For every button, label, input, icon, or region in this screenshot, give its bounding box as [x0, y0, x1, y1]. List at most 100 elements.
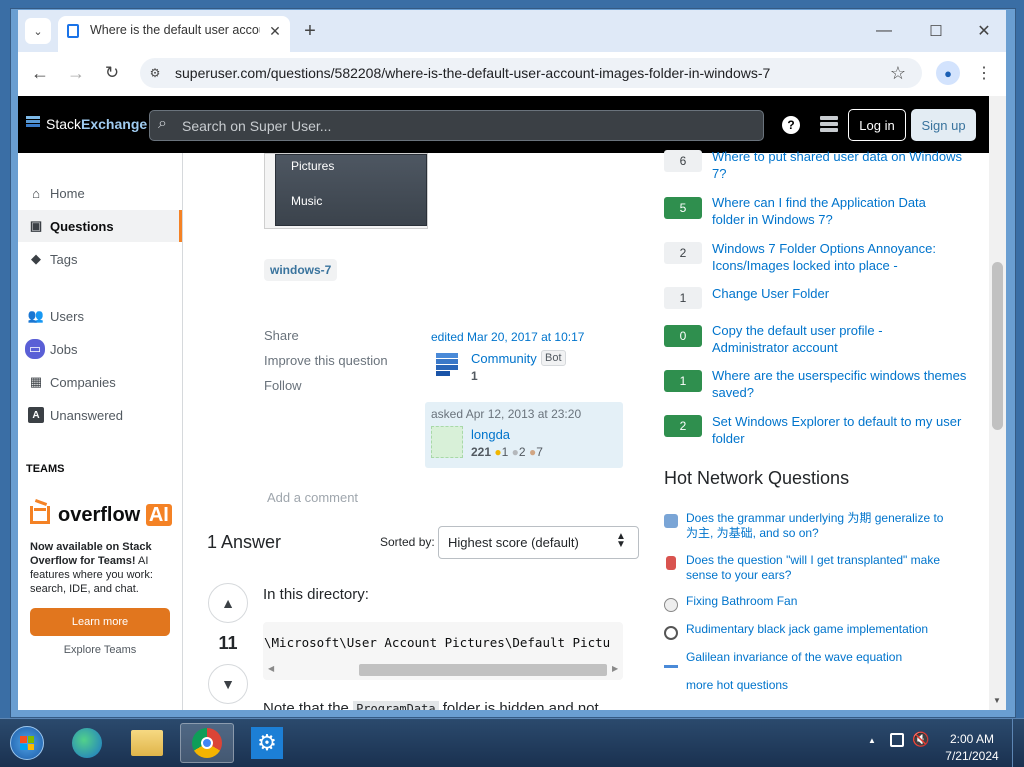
settings-gear-icon: ⚙ [251, 727, 283, 759]
hot-question-link[interactable]: Does the question "will I get transplant… [686, 553, 940, 583]
share-link[interactable]: Share [264, 328, 299, 343]
sidebar-item-home[interactable]: ⌂ Home [18, 177, 182, 209]
page-scrollbar-thumb[interactable] [992, 262, 1003, 430]
logo-text-a: Stack [46, 116, 82, 132]
hot-question-link[interactable]: Rudimentary black jack game implementati… [686, 622, 928, 637]
related-question-link[interactable]: Copy the default user profile - Administr… [712, 322, 883, 356]
hot-question-link[interactable]: Galilean invariance of the wave equation [686, 650, 902, 665]
english-se-icon [666, 556, 676, 570]
forward-icon[interactable]: → [64, 62, 88, 84]
tag-windows-7[interactable]: windows-7 [264, 259, 338, 281]
learn-more-button[interactable]: Learn more [30, 608, 170, 636]
minimize-icon[interactable]: — [870, 20, 898, 42]
sidebar-item-questions[interactable]: ▣ Questions [18, 210, 182, 242]
asker-name[interactable]: longda [471, 427, 510, 442]
related-votes: 2 [664, 415, 702, 437]
new-tab-icon[interactable]: + [298, 20, 322, 42]
hot-question-link[interactable]: Fixing Bathroom Fan [686, 594, 797, 609]
hot-question-link[interactable]: Does the grammar underlying 为期 generaliz… [686, 511, 943, 541]
edited-timestamp[interactable]: edited Mar 20, 2017 at 10:17 [431, 330, 584, 344]
code-scrollbar-thumb[interactable] [359, 664, 607, 676]
show-desktop-button[interactable] [1012, 719, 1024, 767]
related-title-line: Windows 7 Folder Options Annoyance: [712, 241, 937, 256]
briefcase-icon: ▭ [25, 339, 45, 359]
volume-muted-icon[interactable]: 🔇 [912, 731, 929, 748]
sort-value: Highest score (default) [448, 535, 579, 550]
add-comment-link[interactable]: Add a comment [267, 490, 358, 505]
taskbar-settings[interactable]: ⚙ [240, 723, 294, 763]
login-button[interactable]: Log in [848, 109, 906, 141]
back-icon[interactable]: ← [28, 62, 52, 84]
question-image: Pictures Music [264, 153, 428, 229]
related-question-link[interactable]: Where can I find the Application Data fol… [712, 194, 926, 228]
more-hot-questions-link[interactable]: more hot questions [686, 678, 788, 693]
editor-name[interactable]: Community [471, 351, 537, 366]
related-title-line: Where can I find the Application Data [712, 195, 926, 210]
sidebar-item-label: Unanswered [50, 407, 123, 423]
sidebar-divider [182, 153, 183, 710]
clock-date[interactable]: 7/21/2024 [940, 749, 1004, 763]
related-question-link[interactable]: Where are the userspecific windows theme… [712, 367, 966, 401]
reload-icon[interactable]: ↻ [100, 62, 124, 84]
sidebar-item-tags[interactable]: ◆ Tags [18, 243, 182, 275]
related-votes: 0 [664, 325, 702, 347]
clock-time[interactable]: 2:00 AM [944, 732, 1000, 746]
downvote-button[interactable]: ▼ [208, 664, 248, 704]
chevron-down-icon: ⌄ [33, 25, 43, 38]
taskbar-explorer[interactable] [120, 723, 174, 763]
help-icon[interactable]: ? [782, 116, 800, 134]
site-switcher-icon[interactable] [820, 116, 838, 134]
chinese-se-icon [664, 514, 678, 528]
sidebar-item-jobs[interactable]: ▭ Jobs [18, 333, 182, 365]
close-window-icon[interactable]: ✕ [970, 20, 998, 42]
sort-arrows-icon: ▲ ▼ [616, 531, 626, 550]
teams-promo: Now available on Stack Overflow for Team… [30, 540, 170, 596]
tag-icon: ◆ [31, 251, 41, 266]
taskbar-edge[interactable] [60, 723, 114, 763]
related-question-link[interactable]: Windows 7 Folder Options Annoyance: Icons… [712, 240, 936, 274]
sidebar-item-companies[interactable]: ▦ Companies [18, 366, 182, 398]
scroll-right-icon[interactable]: ▶ [612, 664, 618, 673]
related-title-line: Administrator account [712, 340, 838, 355]
overflow-word: overflow [58, 504, 141, 526]
related-title-line: folder in Windows 7? [712, 212, 833, 227]
asker-reputation: 221 ●1 ●2 ●7 [471, 445, 543, 459]
teams-heading: TEAMS [26, 463, 65, 475]
tray-expand-icon[interactable]: ▲ [868, 736, 876, 745]
profile-icon[interactable]: ● [936, 61, 960, 85]
upvote-icon: ▲ [221, 595, 235, 611]
close-tab-icon[interactable]: ✕ [265, 21, 285, 41]
scroll-left-icon[interactable]: ◀ [268, 664, 274, 673]
gold-badge-icon: ● [494, 445, 502, 459]
asker-rep: 221 [471, 445, 492, 459]
codereview-se-icon [664, 626, 678, 640]
stackexchange-logo[interactable]: StackExchange [46, 116, 147, 132]
explore-teams-link[interactable]: Explore Teams [30, 644, 170, 656]
related-question-link[interactable]: Where to put shared user data on Windows… [712, 148, 962, 182]
upvote-button[interactable]: ▲ [208, 583, 248, 623]
editor-rep: 1 [471, 369, 478, 383]
maximize-icon[interactable]: ☐ [922, 20, 950, 42]
menu-kebab-icon[interactable]: ⋮ [974, 62, 994, 84]
stackexchange-logo-icon[interactable] [26, 116, 40, 130]
scroll-down-icon[interactable]: ▼ [993, 696, 1001, 705]
sidebar-item-users[interactable]: 👥 Users [18, 300, 182, 332]
chrome-icon [192, 728, 222, 758]
bookmark-star-icon[interactable]: ☆ [886, 62, 910, 84]
sidebar-item-unanswered[interactable]: A Unanswered [18, 399, 182, 431]
related-question-link[interactable]: Change User Folder [712, 285, 829, 302]
signup-button[interactable]: Sign up [911, 109, 976, 141]
start-button[interactable] [0, 723, 54, 763]
url-text[interactable]: superuser.com/questions/582208/where-is-… [175, 65, 770, 81]
bot-badge: Bot [541, 350, 566, 366]
related-question-link[interactable]: Set Windows Explorer to default to my us… [712, 413, 961, 447]
tab-search-button[interactable]: ⌄ [25, 18, 51, 44]
taskbar-chrome[interactable] [180, 723, 234, 763]
improve-question-link[interactable]: Improve this question [264, 353, 388, 368]
hot-title-line: 为主, 为基础, and so on? [686, 526, 819, 540]
follow-link[interactable]: Follow [264, 378, 302, 393]
asker-avatar[interactable] [431, 426, 463, 458]
network-icon[interactable] [890, 733, 904, 747]
menu-item-music: Music [291, 194, 323, 208]
site-info-icon[interactable]: ⚙ [146, 64, 164, 82]
